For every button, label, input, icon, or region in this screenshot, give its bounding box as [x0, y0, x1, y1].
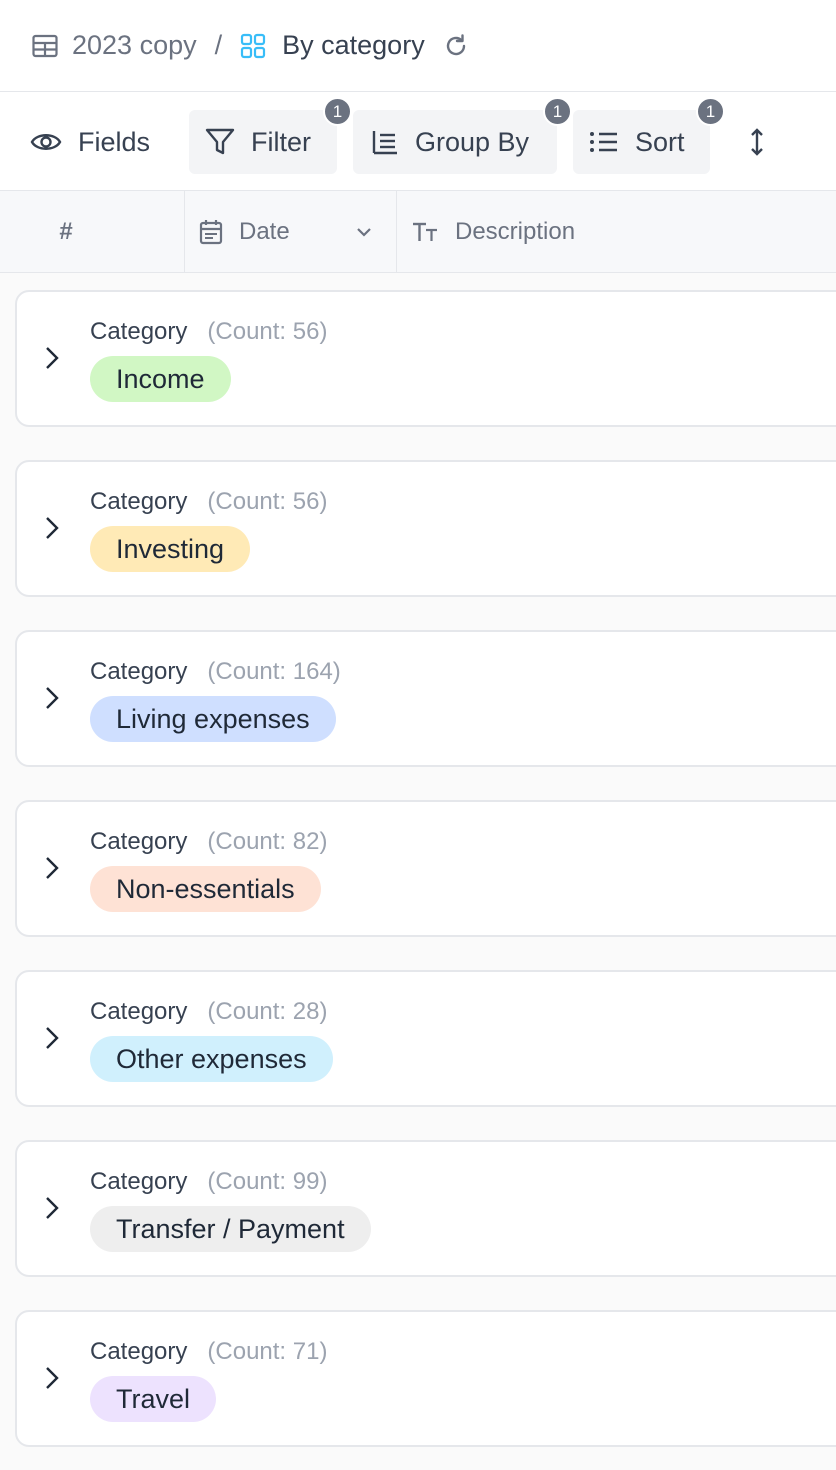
- category-pill: Income: [90, 356, 231, 402]
- chevron-right-icon[interactable]: [45, 1366, 59, 1390]
- category-pill: Non-essentials: [90, 866, 321, 912]
- group-card[interactable]: Category (Count: 56) Investing: [15, 460, 836, 597]
- group-by-button[interactable]: Group By 1: [353, 97, 572, 174]
- group-count: (Count: 56): [207, 488, 328, 515]
- group-count-badge: 1: [543, 97, 572, 126]
- chevron-down-icon[interactable]: [356, 227, 372, 237]
- group-card[interactable]: Category (Count: 99) Transfer / Payment: [15, 1140, 836, 1277]
- group-card[interactable]: Category (Count: 28) Other expenses: [15, 970, 836, 1107]
- chevron-right-icon[interactable]: [45, 1196, 59, 1220]
- group-field-label: Category: [90, 1338, 188, 1365]
- group-card[interactable]: Category (Count: 71) Travel: [15, 1310, 836, 1447]
- reload-icon[interactable]: [443, 33, 469, 59]
- table-icon: [32, 34, 58, 58]
- breadcrumb-separator: /: [214, 30, 223, 60]
- category-pill: Other expenses: [90, 1036, 333, 1082]
- category-pill: Transfer / Payment: [90, 1206, 371, 1252]
- description-column-header[interactable]: Description: [397, 191, 836, 273]
- group-count: (Count: 99): [207, 1168, 328, 1195]
- group-field-label: Category: [90, 658, 188, 685]
- group-field-label: Category: [90, 828, 188, 855]
- group-list: Category (Count: 56) Income Category (Coun…: [0, 273, 836, 1470]
- view-toolbar: Fields Filter 1 Group By 1 Sort 1: [0, 92, 836, 191]
- calendar-icon: [199, 219, 223, 245]
- group-count: (Count: 164): [207, 658, 341, 685]
- description-column-label: Description: [455, 218, 576, 245]
- sort-button[interactable]: Sort 1: [573, 97, 725, 174]
- filter-count-badge: 1: [323, 97, 352, 126]
- group-count: (Count: 28): [207, 998, 328, 1025]
- group-field-label: Category: [90, 998, 188, 1025]
- group-field-label: Category: [90, 318, 188, 345]
- chevron-right-icon[interactable]: [45, 1026, 59, 1050]
- category-pill: Travel: [90, 1376, 217, 1422]
- column-header-row: # Date Description: [0, 191, 836, 273]
- category-pill: Investing: [90, 526, 251, 572]
- filter-icon: [205, 128, 235, 156]
- sort-label: Sort: [635, 126, 685, 157]
- text-type-icon: [411, 221, 439, 243]
- sort-count-badge: 1: [696, 97, 725, 126]
- group-card[interactable]: Category (Count: 82) Non-essentials: [15, 800, 836, 937]
- group-count: (Count: 82): [207, 828, 328, 855]
- filter-button[interactable]: Filter 1: [189, 97, 352, 174]
- chevron-right-icon[interactable]: [45, 856, 59, 880]
- group-by-icon: [371, 129, 399, 155]
- row-number-header: #: [0, 191, 185, 273]
- row-number-label: #: [59, 218, 73, 245]
- group-field-label: Category: [90, 488, 188, 515]
- group-by-label: Group By: [415, 126, 530, 157]
- group-count: (Count: 71): [207, 1338, 328, 1365]
- eye-icon: [30, 130, 62, 154]
- chevron-right-icon[interactable]: [45, 516, 59, 540]
- group-card[interactable]: Category (Count: 56) Income: [15, 290, 836, 427]
- list-icon: [589, 130, 619, 154]
- vertical-arrows-icon: [749, 128, 765, 156]
- chevron-right-icon[interactable]: [45, 346, 59, 370]
- group-field-label: Category: [90, 1168, 188, 1195]
- date-column-label: Date: [239, 218, 290, 245]
- group-count: (Count: 56): [207, 318, 328, 345]
- breadcrumb-view-name[interactable]: By category: [282, 30, 425, 61]
- category-pill: Living expenses: [90, 696, 336, 742]
- group-card[interactable]: Category (Count: 164) Living expenses: [15, 630, 836, 767]
- row-height-button[interactable]: [745, 110, 769, 174]
- filter-label: Filter: [251, 126, 311, 157]
- breadcrumb: 2023 copy / By category: [0, 0, 836, 92]
- chevron-right-icon[interactable]: [45, 686, 59, 710]
- fields-button[interactable]: Fields: [30, 110, 150, 174]
- grid-view-icon: [240, 33, 266, 59]
- breadcrumb-table-name[interactable]: 2023 copy: [72, 30, 197, 61]
- date-column-header[interactable]: Date: [185, 191, 397, 273]
- fields-label: Fields: [78, 126, 151, 157]
